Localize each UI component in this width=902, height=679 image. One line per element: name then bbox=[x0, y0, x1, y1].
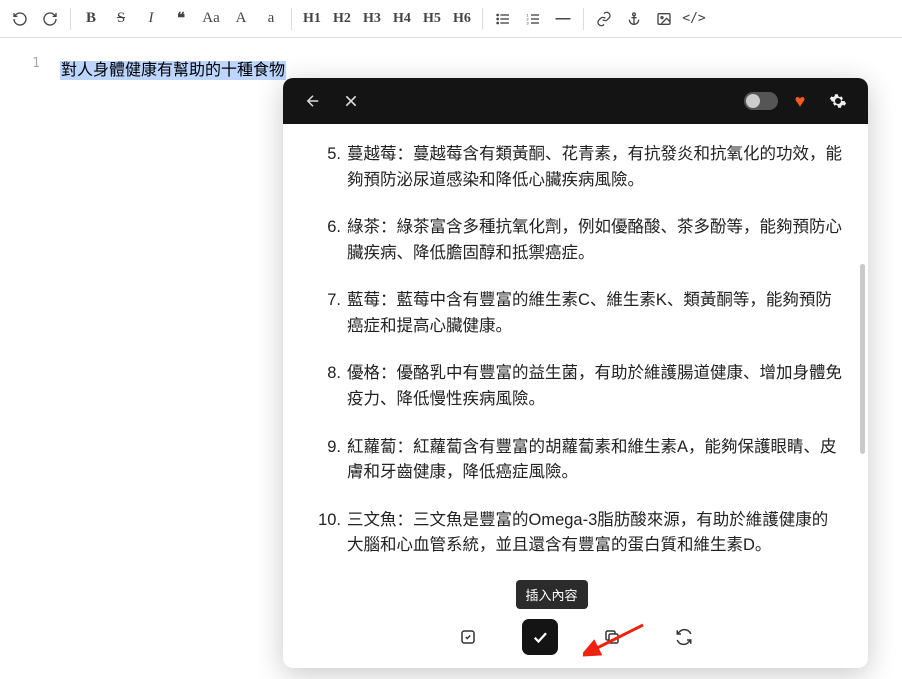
item-text: 綠茶：綠茶富含多種抗氧化劑，例如優酪酸、茶多酚等，能夠預防心臟疾病、降低膽固醇和… bbox=[347, 215, 844, 266]
list-item: 7.藍莓：藍莓中含有豐富的維生素C、維生素K、類黃酮等，能夠預防癌症和提高心臟健… bbox=[301, 288, 844, 339]
line-number: 1 bbox=[0, 56, 40, 71]
h3-button[interactable]: H3 bbox=[358, 5, 386, 33]
bold-button[interactable]: B bbox=[77, 5, 105, 33]
popup-header: ♥ bbox=[283, 78, 868, 124]
italic-button[interactable]: I bbox=[137, 5, 165, 33]
item-text: 三文魚：三文魚是豐富的Omega-3脂肪酸來源，有助於維護健康的大腦和心血管系統… bbox=[347, 508, 844, 559]
ol-button[interactable]: 123 bbox=[519, 5, 547, 33]
item-number: 8. bbox=[301, 361, 347, 412]
list-item: 8.優格：優酪乳中有豐富的益生菌，有助於維護腸道健康、增加身體免疫力、降低慢性疾… bbox=[301, 361, 844, 412]
hr-button[interactable]: — bbox=[549, 5, 577, 33]
h4-button[interactable]: H4 bbox=[388, 5, 416, 33]
case-upper-button[interactable]: A bbox=[227, 5, 255, 33]
checkbox-button[interactable] bbox=[450, 619, 486, 655]
settings-button[interactable] bbox=[822, 85, 854, 117]
mode-toggle[interactable] bbox=[744, 92, 778, 110]
redo-button[interactable] bbox=[36, 5, 64, 33]
item-number: 6. bbox=[301, 215, 347, 266]
result-list: 5.蔓越莓：蔓越莓含有類黃酮、花青素，有抗發炎和抗氧化的功效，能夠預防泌尿道感染… bbox=[301, 142, 844, 559]
link-button[interactable] bbox=[590, 5, 618, 33]
insert-button[interactable] bbox=[522, 619, 558, 655]
separator bbox=[291, 8, 292, 30]
item-number: 7. bbox=[301, 288, 347, 339]
popup-footer: 插入內容 bbox=[283, 606, 868, 668]
ai-popup: ♥ 5.蔓越莓：蔓越莓含有類黃酮、花青素，有抗發炎和抗氧化的功效，能夠預防泌尿道… bbox=[283, 78, 868, 668]
item-number: 5. bbox=[301, 142, 347, 193]
h2-button[interactable]: H2 bbox=[328, 5, 356, 33]
list-item: 9.紅蘿蔔：紅蘿蔔含有豐富的胡蘿蔔素和維生素A，能夠保護眼睛、皮膚和牙齒健康，降… bbox=[301, 435, 844, 486]
svg-text:3: 3 bbox=[526, 20, 529, 25]
h5-button[interactable]: H5 bbox=[418, 5, 446, 33]
strike-button[interactable]: S bbox=[107, 5, 135, 33]
item-number: 10. bbox=[301, 508, 347, 559]
favorite-button[interactable]: ♥ bbox=[784, 85, 816, 117]
copy-button[interactable] bbox=[594, 619, 630, 655]
editor-content[interactable]: 對人身體健康有幫助的十種食物 bbox=[60, 56, 902, 80]
case-lower-button[interactable]: a bbox=[257, 5, 285, 33]
case-aa-button[interactable]: Aa bbox=[197, 5, 225, 33]
h1-button[interactable]: H1 bbox=[298, 5, 326, 33]
close-button[interactable] bbox=[335, 85, 367, 117]
line-gutter: 1 bbox=[0, 56, 60, 80]
quote-button[interactable]: ❝ bbox=[167, 5, 195, 33]
item-number: 9. bbox=[301, 435, 347, 486]
item-text: 蔓越莓：蔓越莓含有類黃酮、花青素，有抗發炎和抗氧化的功效，能夠預防泌尿道感染和降… bbox=[347, 142, 844, 193]
separator bbox=[583, 8, 584, 30]
separator bbox=[70, 8, 71, 30]
anchor-button[interactable] bbox=[620, 5, 648, 33]
editor-toolbar: B S I ❝ Aa A a H1 H2 H3 H4 H5 H6 123 — <… bbox=[0, 0, 902, 38]
list-item: 6.綠茶：綠茶富含多種抗氧化劑，例如優酪酸、茶多酚等，能夠預防心臟疾病、降低膽固… bbox=[301, 215, 844, 266]
scrollbar-thumb[interactable] bbox=[860, 264, 865, 454]
item-text: 藍莓：藍莓中含有豐富的維生素C、維生素K、類黃酮等，能夠預防癌症和提高心臟健康。 bbox=[347, 288, 844, 339]
selected-text[interactable]: 對人身體健康有幫助的十種食物 bbox=[60, 61, 286, 80]
h6-button[interactable]: H6 bbox=[448, 5, 476, 33]
image-button[interactable] bbox=[650, 5, 678, 33]
back-button[interactable] bbox=[297, 85, 329, 117]
item-text: 紅蘿蔔：紅蘿蔔含有豐富的胡蘿蔔素和維生素A，能夠保護眼睛、皮膚和牙齒健康，降低癌… bbox=[347, 435, 844, 486]
insert-tooltip: 插入內容 bbox=[515, 580, 587, 609]
code-button[interactable]: </> bbox=[680, 5, 708, 33]
list-item: 10.三文魚：三文魚是豐富的Omega-3脂肪酸來源，有助於維護健康的大腦和心血… bbox=[301, 508, 844, 559]
list-item: 5.蔓越莓：蔓越莓含有類黃酮、花青素，有抗發炎和抗氧化的功效，能夠預防泌尿道感染… bbox=[301, 142, 844, 193]
regenerate-button[interactable] bbox=[666, 619, 702, 655]
ul-button[interactable] bbox=[489, 5, 517, 33]
popup-body: 5.蔓越莓：蔓越莓含有類黃酮、花青素，有抗發炎和抗氧化的功效，能夠預防泌尿道感染… bbox=[283, 124, 868, 606]
separator bbox=[482, 8, 483, 30]
undo-button[interactable] bbox=[6, 5, 34, 33]
item-text: 優格：優酪乳中有豐富的益生菌，有助於維護腸道健康、增加身體免疫力、降低慢性疾病風… bbox=[347, 361, 844, 412]
editor-area: 1 對人身體健康有幫助的十種食物 bbox=[0, 38, 902, 80]
